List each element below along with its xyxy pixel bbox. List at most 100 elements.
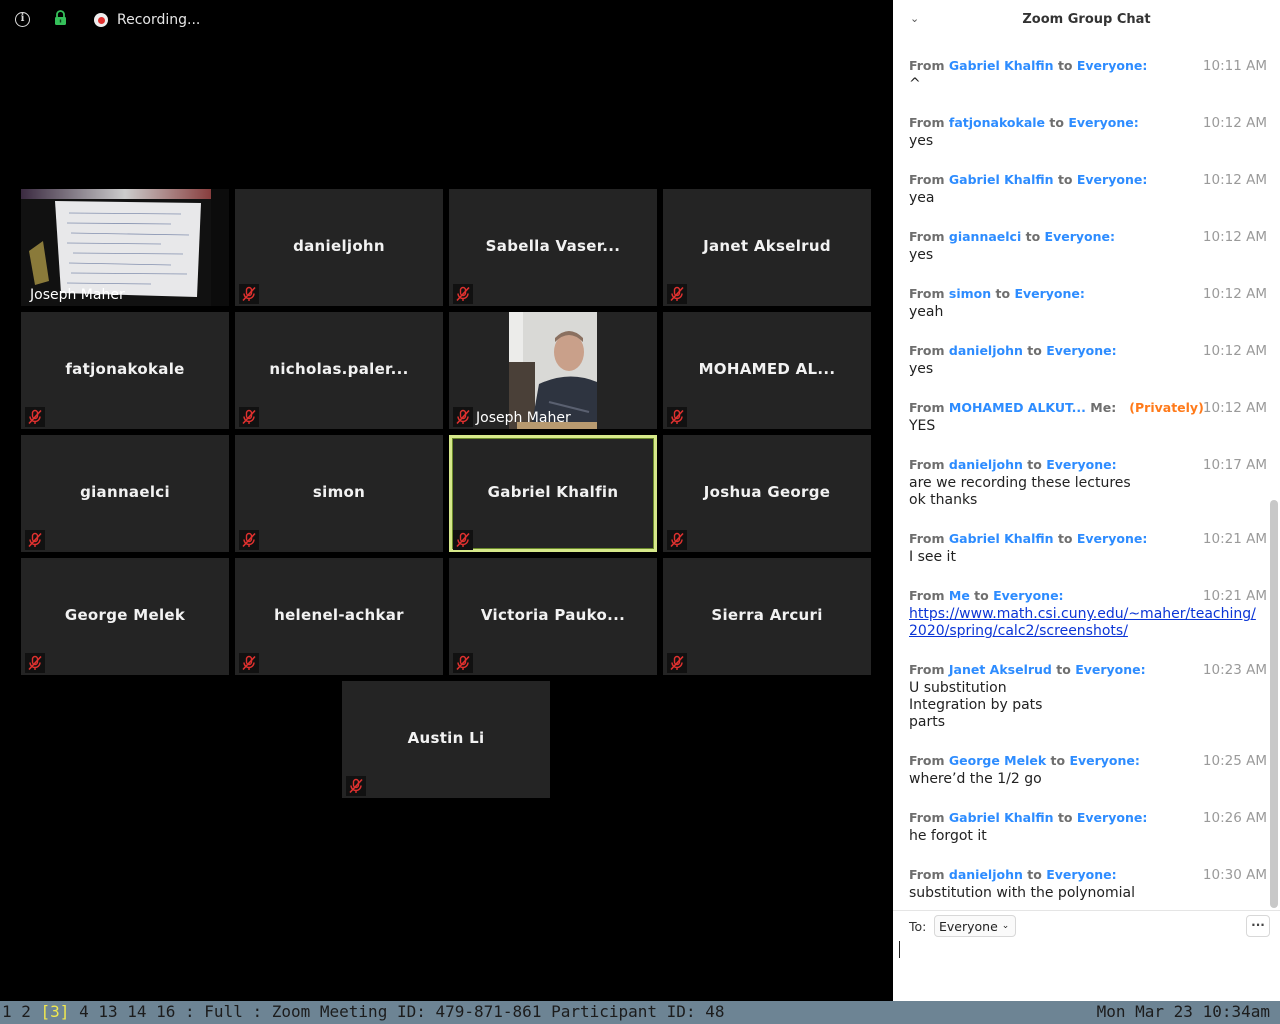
message-link[interactable]: https://www.math.csi.cuny.edu/~maher/tea…	[909, 606, 1256, 639]
sender-name[interactable]: Gabriel Khalfin	[949, 810, 1054, 825]
to-word: to	[1057, 172, 1073, 187]
recipient-name[interactable]: Everyone:	[1046, 457, 1116, 472]
private-label: (Privately)	[1129, 400, 1204, 415]
message-time: 10:23 AM	[1202, 662, 1267, 678]
participant-tile[interactable]: simon	[235, 435, 443, 552]
recipient-name[interactable]: Everyone:	[1069, 753, 1139, 768]
participant-tile[interactable]: nicholas.paler...	[235, 312, 443, 429]
recording-indicator[interactable]: Recording...	[94, 10, 200, 30]
sender-name[interactable]: George Melek	[949, 753, 1046, 768]
message-header: From MOHAMED ALKUT... Me: (Privately) 10:…	[909, 400, 1267, 416]
participant-tile[interactable]: George Melek	[21, 558, 229, 675]
participant-tile[interactable]: Austin Li	[342, 681, 550, 798]
recipient-name[interactable]: Everyone:	[1014, 286, 1084, 301]
sender-name[interactable]: giannaelci	[949, 229, 1021, 244]
workspace-active[interactable]: [3]	[41, 1002, 70, 1021]
recipient-name[interactable]: Everyone:	[1045, 229, 1115, 244]
participant-tile[interactable]: Sierra Arcuri	[663, 558, 871, 675]
recipient-name[interactable]: Everyone:	[1077, 531, 1147, 546]
clock: Mon Mar 23 10:34am	[1096, 1002, 1270, 1021]
participant-name: MOHAMED AL...	[698, 360, 836, 378]
from-word: From	[909, 810, 945, 825]
muted-mic-icon	[667, 284, 687, 304]
sender-name[interactable]: Gabriel Khalfin	[949, 172, 1054, 187]
chat-input-cursor[interactable]	[899, 941, 900, 958]
message-body: U substitution Integration by pats parts	[909, 680, 1267, 731]
chat-message: From MOHAMED ALKUT... Me: (Privately) 10:…	[909, 400, 1267, 435]
message-header: From Gabriel Khalfin to Everyone: 10:11 A…	[909, 58, 1267, 74]
chat-message: From danieljohn to Everyone: 10:12 AM yes	[909, 343, 1267, 378]
chat-messages[interactable]: From Gabriel Khalfin to Everyone: 10:11 A…	[893, 40, 1269, 910]
message-line: are we recording these lectures	[909, 475, 1131, 491]
chat-message: From Janet Akselrud to Everyone: 10:23 AM…	[909, 662, 1267, 731]
message-body: YES	[909, 418, 1267, 435]
recipient-name[interactable]: Everyone:	[1077, 58, 1147, 73]
sender-name[interactable]: danieljohn	[949, 343, 1023, 358]
participant-tile[interactable]: fatjonakokale	[21, 312, 229, 429]
muted-mic-icon	[239, 284, 259, 304]
participant-name: Austin Li	[407, 729, 485, 747]
sender-name[interactable]: Me	[949, 588, 970, 603]
participant-name: simon	[312, 483, 366, 501]
participant-tile[interactable]: Sabella Vaser...	[449, 189, 657, 306]
muted-mic-icon	[667, 653, 687, 673]
info-icon[interactable]: i	[15, 12, 30, 27]
to-word: to	[1050, 753, 1066, 768]
message-body: https://www.math.csi.cuny.edu/~maher/tea…	[909, 606, 1267, 640]
participant-name: Joseph Maher	[30, 287, 125, 303]
scrollbar-thumb[interactable]	[1270, 500, 1278, 908]
recipient-name[interactable]: Everyone:	[1077, 810, 1147, 825]
lock-icon[interactable]	[54, 10, 67, 30]
message-header: From danieljohn to Everyone: 10:17 AM	[909, 457, 1267, 473]
message-body: yes	[909, 133, 1267, 150]
participant-tile[interactable]: Joseph Maher	[449, 312, 657, 429]
message-body: are we recording these lectures ok thanks	[909, 475, 1267, 509]
sender-name[interactable]: Gabriel Khalfin	[949, 531, 1054, 546]
message-body: yes	[909, 247, 1267, 264]
sender-name[interactable]: MOHAMED ALKUT...	[949, 400, 1086, 415]
recipient-name[interactable]: Everyone:	[1046, 867, 1116, 882]
sender-name[interactable]: simon	[949, 286, 991, 301]
link-line[interactable]: 2020/spring/calc2/screenshots/	[909, 623, 1128, 639]
from-word: From	[909, 172, 945, 187]
participant-name: danieljohn	[293, 237, 385, 255]
recipient-name[interactable]: Everyone:	[993, 588, 1063, 603]
participant-tile[interactable]: Janet Akselrud	[663, 189, 871, 306]
participant-tile[interactable]: Joseph Maher	[21, 189, 229, 306]
sender-name[interactable]: fatjonakokale	[949, 115, 1045, 130]
to-word: to	[1027, 343, 1042, 358]
message-line: ok thanks	[909, 492, 978, 508]
participant-tile[interactable]: giannaelci	[21, 435, 229, 552]
chat-scrollbar[interactable]	[1270, 40, 1278, 910]
sender-name[interactable]: danieljohn	[949, 867, 1023, 882]
recipient-name[interactable]: Everyone:	[1075, 662, 1145, 677]
sender-name[interactable]: danieljohn	[949, 457, 1023, 472]
more-options-button[interactable]: ···	[1246, 915, 1270, 937]
chat-message: From fatjonakokale to Everyone: 10:12 AM y…	[909, 115, 1267, 150]
message-time: 10:17 AM	[1202, 457, 1267, 473]
message-body: substitution with the polynomial	[909, 885, 1267, 902]
recipient-name[interactable]: Everyone:	[1046, 343, 1116, 358]
participant-name: helenel-achkar	[274, 606, 404, 624]
chat-compose: To: Everyone ⌄ ···	[893, 910, 1280, 1001]
muted-mic-icon	[239, 653, 259, 673]
message-time: 10:12 AM	[1202, 172, 1267, 188]
to-word: to	[995, 286, 1011, 301]
message-header: From simon to Everyone: 10:12 AM	[909, 286, 1267, 302]
recipient-dropdown[interactable]: Everyone ⌄	[934, 915, 1017, 937]
link-line[interactable]: https://www.math.csi.cuny.edu/~maher/tea…	[909, 606, 1256, 622]
participant-tile-active-speaker[interactable]: Gabriel Khalfin	[449, 435, 657, 552]
participant-tile[interactable]: Victoria Pauko...	[449, 558, 657, 675]
sender-name[interactable]: Gabriel Khalfin	[949, 58, 1054, 73]
participant-tile[interactable]: helenel-achkar	[235, 558, 443, 675]
participant-tile[interactable]: MOHAMED AL...	[663, 312, 871, 429]
message-header: From George Melek to Everyone: 10:25 AM	[909, 753, 1267, 769]
sender-name[interactable]: Janet Akselrud	[949, 662, 1052, 677]
to-label: To:	[909, 919, 927, 934]
meeting-topbar: i Recording...	[0, 0, 893, 40]
participant-tile[interactable]: danieljohn	[235, 189, 443, 306]
recipient-name[interactable]: Everyone:	[1068, 115, 1138, 130]
recipient-name[interactable]: Everyone:	[1077, 172, 1147, 187]
participant-tile[interactable]: Joshua George	[663, 435, 871, 552]
workspaces-before[interactable]: 1 2	[2, 1002, 41, 1021]
